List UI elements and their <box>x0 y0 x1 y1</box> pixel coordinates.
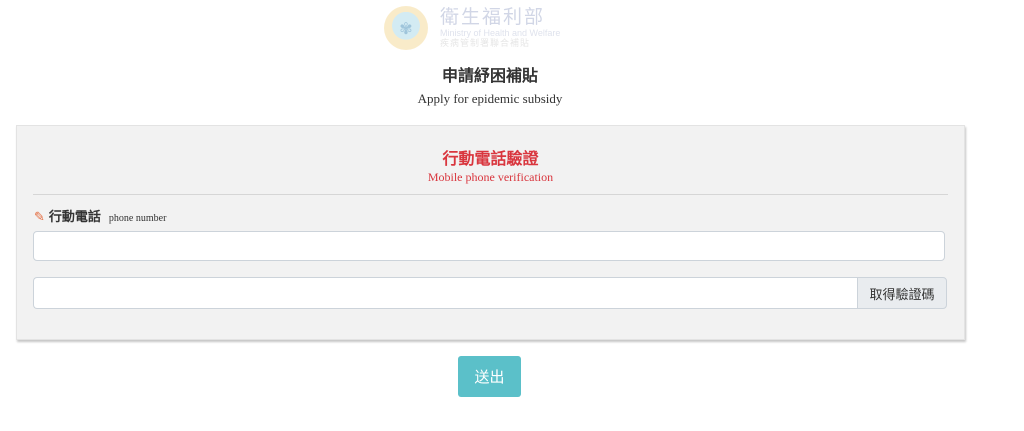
submit-button[interactable]: 送出 <box>458 356 521 397</box>
logo-name-en: Ministry of Health and Welfare <box>440 27 561 38</box>
phone-number-input[interactable] <box>33 231 945 261</box>
verification-code-group: 取得驗證碼 <box>33 277 947 309</box>
page-subtitle: Apply for epidemic subsidy <box>417 91 563 106</box>
phone-label-en: phone number <box>108 213 167 224</box>
logo-text: 衛生福利部 Ministry of Health and Welfare 疾病管… <box>440 5 561 49</box>
panel-title: 行動電話驗證 <box>442 149 539 168</box>
pencil-icon: ✎ <box>34 210 45 225</box>
get-code-button[interactable]: 取得驗證碼 <box>857 277 947 309</box>
page-title: 申請紓困補貼 <box>441 66 538 85</box>
phone-field-label: ✎ 行動電話 phone number <box>34 206 166 225</box>
panel-subtitle: Mobile phone verification <box>427 170 554 184</box>
ministry-logo: ✾ 衛生福利部 Ministry of Health and Welfare 疾… <box>384 6 560 50</box>
verification-panel: 行動電話驗證 Mobile phone verification ✎ 行動電話 … <box>16 125 965 340</box>
divider <box>33 194 948 195</box>
phone-label-zh: 行動電話 <box>48 210 101 225</box>
ministry-emblem-icon: ✾ <box>384 6 428 50</box>
logo-subtext: 疾病管制署聯合補貼 <box>440 38 531 49</box>
logo-name-zh: 衛生福利部 <box>440 5 546 28</box>
verification-code-input[interactable] <box>33 277 857 309</box>
